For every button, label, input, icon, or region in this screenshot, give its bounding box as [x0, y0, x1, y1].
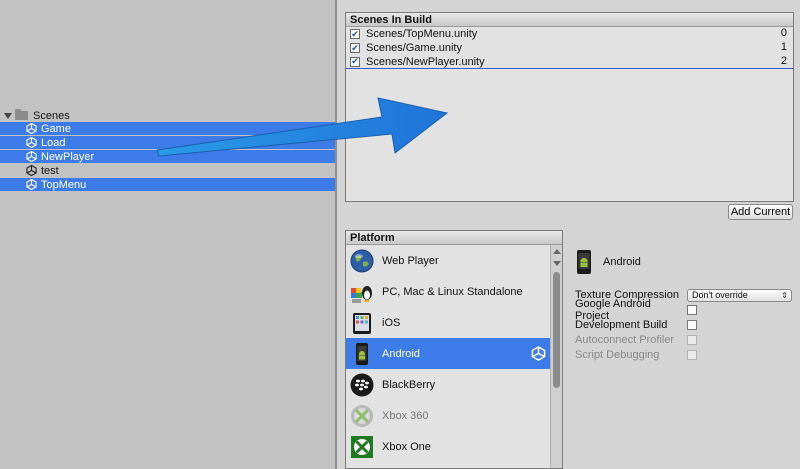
platform-label: BlackBerry: [382, 378, 436, 391]
project-item-label: NewPlayer: [41, 150, 95, 163]
platform-item-blackberry[interactable]: BlackBerry: [346, 369, 562, 400]
scene-row[interactable]: ✔ Scenes/TopMenu.unity 0: [346, 27, 793, 41]
scroll-up-icon[interactable]: [553, 249, 561, 254]
script-debugging-checkbox: [687, 350, 697, 360]
folder-icon: [15, 109, 28, 120]
scrollbar-thumb[interactable]: [553, 272, 560, 388]
scene-index: 1: [780, 41, 787, 53]
platform-settings: Android Texture Compression Don't overri…: [575, 244, 795, 361]
platform-list-scrollbar[interactable]: [550, 245, 562, 468]
unity-scene-icon: [26, 179, 37, 190]
android-icon: [356, 342, 368, 365]
unity-scene-icon: [26, 123, 37, 134]
platform-label: Android: [382, 347, 420, 360]
unity-logo-icon: [531, 346, 546, 361]
platform-item-xbox-one[interactable]: Xbox One: [346, 431, 562, 462]
project-item-label: Game: [41, 122, 71, 135]
scene-path: Scenes/TopMenu.unity: [366, 28, 478, 40]
development-build-label: Development Build: [575, 319, 668, 331]
project-item-label: TopMenu: [41, 178, 87, 191]
web-player-icon: [350, 249, 374, 272]
ios-icon: [353, 312, 371, 334]
project-item-test[interactable]: test: [0, 164, 335, 177]
platform-item-android[interactable]: Android: [346, 338, 562, 369]
xbox-one-icon: [351, 435, 373, 458]
project-item-label: test: [41, 164, 59, 177]
platform-item-ios[interactable]: iOS: [346, 307, 562, 338]
build-settings-panel: Scenes In Build ✔ Scenes/TopMenu.unity 0…: [337, 0, 800, 469]
project-item-newplayer[interactable]: NewPlayer: [0, 150, 335, 163]
scene-path: Scenes/Game.unity: [366, 42, 462, 54]
project-item-topmenu[interactable]: TopMenu: [0, 178, 335, 191]
platform-item-web-player[interactable]: Web Player: [346, 245, 562, 276]
texture-compression-value: Don't override: [692, 289, 748, 300]
scene-index: 0: [780, 27, 787, 39]
scene-checkbox[interactable]: ✔: [350, 29, 360, 39]
google-android-project-checkbox[interactable]: [687, 305, 697, 315]
scenes-in-build-list[interactable]: Scenes In Build ✔ Scenes/TopMenu.unity 0…: [345, 12, 794, 202]
development-build-checkbox[interactable]: [687, 320, 697, 330]
development-build-row: Development Build: [575, 318, 697, 332]
autoconnect-profiler-checkbox: [687, 335, 697, 345]
android-icon: [577, 250, 591, 274]
platform-label: PC, Mac & Linux Standalone: [382, 285, 523, 298]
platform-label: Xbox 360: [382, 409, 429, 422]
scene-row[interactable]: ✔ Scenes/Game.unity 1: [346, 41, 793, 55]
platform-label: Xbox One: [382, 440, 431, 453]
platform-label: Web Player: [382, 254, 439, 267]
selected-platform-name: Android: [603, 256, 641, 268]
platform-list[interactable]: Platform Web Player PC, Mac & Linux Stan…: [345, 230, 563, 469]
project-item-load[interactable]: Load: [0, 136, 335, 149]
scene-index: 2: [780, 55, 787, 67]
autoconnect-profiler-row: Autoconnect Profiler: [575, 333, 697, 347]
scenes-in-build-header: Scenes In Build: [346, 13, 793, 27]
xbox360-icon: [351, 404, 373, 427]
selected-platform: Android: [575, 244, 795, 280]
scene-row[interactable]: ✔ Scenes/NewPlayer.unity 2: [346, 55, 793, 69]
expand-arrow-icon[interactable]: [4, 112, 12, 119]
unity-scene-icon: [26, 137, 37, 148]
scene-checkbox[interactable]: ✔: [350, 56, 360, 67]
project-item-game[interactable]: Game: [0, 122, 335, 135]
unity-scene-icon: [26, 165, 37, 176]
platform-item-xbox-360[interactable]: Xbox 360: [346, 400, 562, 431]
platform-item-standalone[interactable]: PC, Mac & Linux Standalone: [346, 276, 562, 307]
dropdown-caret-icon: ⇕: [781, 290, 788, 300]
scene-path: Scenes/NewPlayer.unity: [366, 55, 485, 68]
scenes-folder-row[interactable]: Scenes: [4, 109, 70, 122]
platform-label: iOS: [382, 316, 401, 329]
platform-header: Platform: [346, 231, 562, 245]
standalone-icon: [351, 285, 372, 303]
autoconnect-profiler-label: Autoconnect Profiler: [575, 334, 675, 346]
add-current-button[interactable]: Add Current: [728, 204, 793, 220]
project-panel: Scenes Game Load NewPlayer test TopMenu: [0, 0, 335, 469]
script-debugging-label: Script Debugging: [575, 349, 660, 361]
google-android-project-row: Google Android Project: [575, 298, 697, 322]
unity-scene-icon: [26, 151, 37, 162]
scene-checkbox[interactable]: ✔: [350, 43, 360, 53]
blackberry-icon: [350, 373, 374, 396]
texture-compression-dropdown[interactable]: Don't override ⇕: [687, 288, 792, 302]
project-item-label: Load: [41, 136, 66, 149]
script-debugging-row: Script Debugging: [575, 348, 697, 362]
scenes-folder-label: Scenes: [33, 109, 70, 122]
scroll-down-icon[interactable]: [553, 261, 561, 266]
